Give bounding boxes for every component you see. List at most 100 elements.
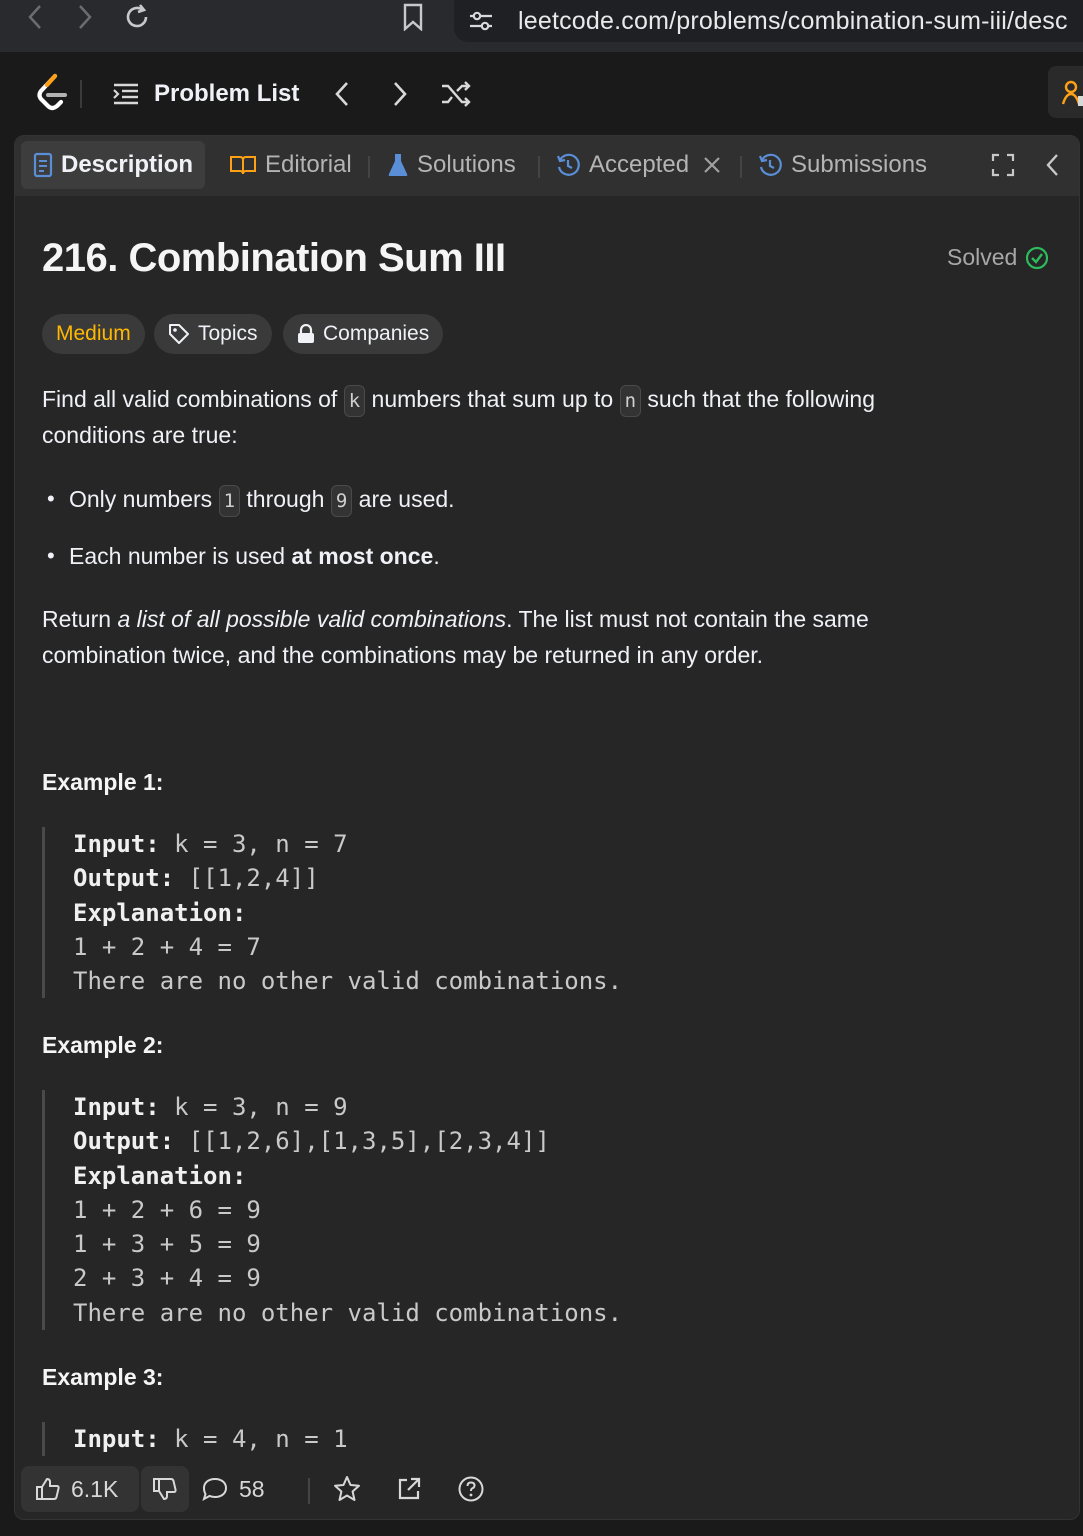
- tab-description-label: Description: [61, 151, 194, 178]
- shuffle-icon[interactable]: [438, 76, 474, 112]
- collapse-icon[interactable]: [1035, 141, 1069, 189]
- solved-status: Solved: [947, 244, 1049, 271]
- inline-code: k: [343, 385, 366, 417]
- comments-button[interactable]: 58: [201, 1468, 291, 1510]
- problem-list-label: Problem List: [154, 80, 300, 107]
- likes-count: 6.1K: [71, 1475, 119, 1502]
- nav-divider: [80, 80, 82, 108]
- star-icon[interactable]: [326, 1468, 368, 1510]
- dislike-button[interactable]: [141, 1466, 189, 1512]
- toolbar-divider: [308, 1478, 310, 1504]
- like-button[interactable]: 6.1K: [21, 1466, 139, 1512]
- solved-label: Solved: [947, 244, 1018, 270]
- explanation-line: There are no other valid combinations.: [73, 967, 623, 996]
- text: are used.: [352, 486, 455, 512]
- tab-editorial[interactable]: Editorial: [217, 141, 364, 189]
- url-text[interactable]: leetcode.com/problems/combination-sum-ii…: [518, 7, 1068, 36]
- text: Only numbers: [69, 486, 219, 512]
- companies-button[interactable]: Companies: [283, 314, 444, 354]
- tab-description[interactable]: Description: [21, 141, 206, 189]
- chevron-left-icon[interactable]: [328, 76, 356, 112]
- inline-code: n: [619, 385, 642, 417]
- list-icon: [112, 82, 140, 106]
- list-item: • Only numbers 1 through 9 are used.: [47, 481, 455, 517]
- text: Find all valid combinations of: [42, 386, 344, 412]
- input-label: Input:: [73, 1425, 160, 1453]
- return-paragraph: Return a list of all possible valid comb…: [42, 601, 1042, 673]
- tab-divider: [740, 156, 742, 178]
- inline-code: 1: [218, 485, 241, 517]
- bottom-toolbar: 6.1K 58: [15, 1456, 1079, 1519]
- tab-submissions[interactable]: Submissions: [745, 141, 939, 189]
- close-icon[interactable]: [703, 156, 721, 174]
- input-value: k = 4, n = 1: [159, 1425, 348, 1453]
- difficulty-badge[interactable]: Medium: [42, 314, 145, 354]
- explanation-line: 1 + 2 + 4 = 7: [73, 932, 261, 961]
- leetcode-logo[interactable]: [34, 72, 70, 114]
- reload-icon[interactable]: [120, 0, 154, 34]
- comment-icon: [201, 1476, 229, 1502]
- text: Each number is used: [69, 543, 292, 569]
- thumbs-down-icon: [152, 1477, 178, 1501]
- forward-icon[interactable]: [70, 0, 100, 34]
- site-settings-icon[interactable]: [468, 10, 494, 32]
- tab-submissions-label: Submissions: [791, 151, 928, 178]
- check-circle-icon: [1025, 246, 1049, 270]
- share-icon[interactable]: [388, 1468, 430, 1510]
- tab-solutions[interactable]: Solutions: [375, 141, 528, 189]
- output-value: [[1,2,4]]: [174, 864, 319, 893]
- description-panel: Description Editorial Solutions Accepted: [14, 135, 1080, 1520]
- bold-text: at most once: [291, 543, 434, 569]
- input-label: Input:: [73, 1093, 160, 1121]
- lock-icon: [297, 324, 315, 344]
- example-block: Input: k = 4, n = 1: [42, 1422, 348, 1457]
- explanation-label: Explanation:: [73, 898, 247, 927]
- help-icon[interactable]: [450, 1468, 492, 1510]
- input-value: k = 3, n = 9: [159, 1093, 348, 1121]
- tab-accepted-label: Accepted: [589, 151, 690, 178]
- italic-text: a list of all possible valid combination…: [117, 606, 507, 632]
- explanation-line: 1 + 3 + 5 = 9: [73, 1230, 261, 1259]
- example-block: Input: k = 3, n = 9 Output: [[1,2,6],[1,3…: [42, 1090, 622, 1331]
- tab-divider: [538, 156, 540, 178]
- tag-icon: [168, 323, 190, 345]
- output-label: Output:: [73, 864, 175, 893]
- topics-button[interactable]: Topics: [154, 314, 272, 354]
- flask-icon: [387, 152, 409, 178]
- text: numbers that sum up to: [365, 386, 620, 412]
- problem-list-button[interactable]: Problem List: [112, 74, 299, 114]
- tab-accepted[interactable]: Accepted: [543, 141, 733, 189]
- text: conditions are true:: [42, 422, 238, 448]
- difficulty-label: Medium: [56, 322, 131, 345]
- inline-code: 9: [330, 485, 353, 517]
- output-label: Output:: [73, 1127, 175, 1156]
- text: combination twice, and the combinations …: [42, 642, 764, 668]
- bookmark-icon[interactable]: [398, 0, 428, 34]
- browser-toolbar: leetcode.com/problems/combination-sum-ii…: [0, 0, 1083, 52]
- topics-label: Topics: [198, 322, 258, 345]
- history-icon: [555, 152, 581, 178]
- tab-divider: [368, 156, 370, 178]
- avatar[interactable]: [1048, 66, 1083, 118]
- explanation-line: 2 + 3 + 4 = 9: [73, 1264, 261, 1293]
- example-title: Example 3:: [42, 1364, 164, 1390]
- text: .: [433, 543, 440, 569]
- book-icon: [229, 154, 257, 176]
- text: such that the following: [641, 386, 876, 412]
- text: through: [240, 486, 331, 512]
- example-title: Example 2:: [42, 1032, 164, 1058]
- back-icon[interactable]: [20, 0, 50, 34]
- thumbs-up-icon: [35, 1477, 61, 1501]
- description-icon: [33, 152, 53, 178]
- history-icon: [757, 152, 783, 178]
- companies-label: Companies: [323, 322, 430, 345]
- address-bar[interactable]: leetcode.com/problems/combination-sum-ii…: [454, 0, 1083, 42]
- tab-solutions-label: Solutions: [417, 151, 516, 178]
- description-paragraph: Find all valid combinations of k numbers…: [42, 381, 1042, 453]
- expand-icon[interactable]: [981, 141, 1025, 189]
- chevron-right-icon[interactable]: [386, 76, 414, 112]
- text: Return: [42, 606, 118, 632]
- top-nav: Problem List: [0, 52, 1083, 135]
- tab-bar: Description Editorial Solutions Accepted: [15, 136, 1079, 196]
- input-value: k = 3, n = 7: [159, 830, 348, 858]
